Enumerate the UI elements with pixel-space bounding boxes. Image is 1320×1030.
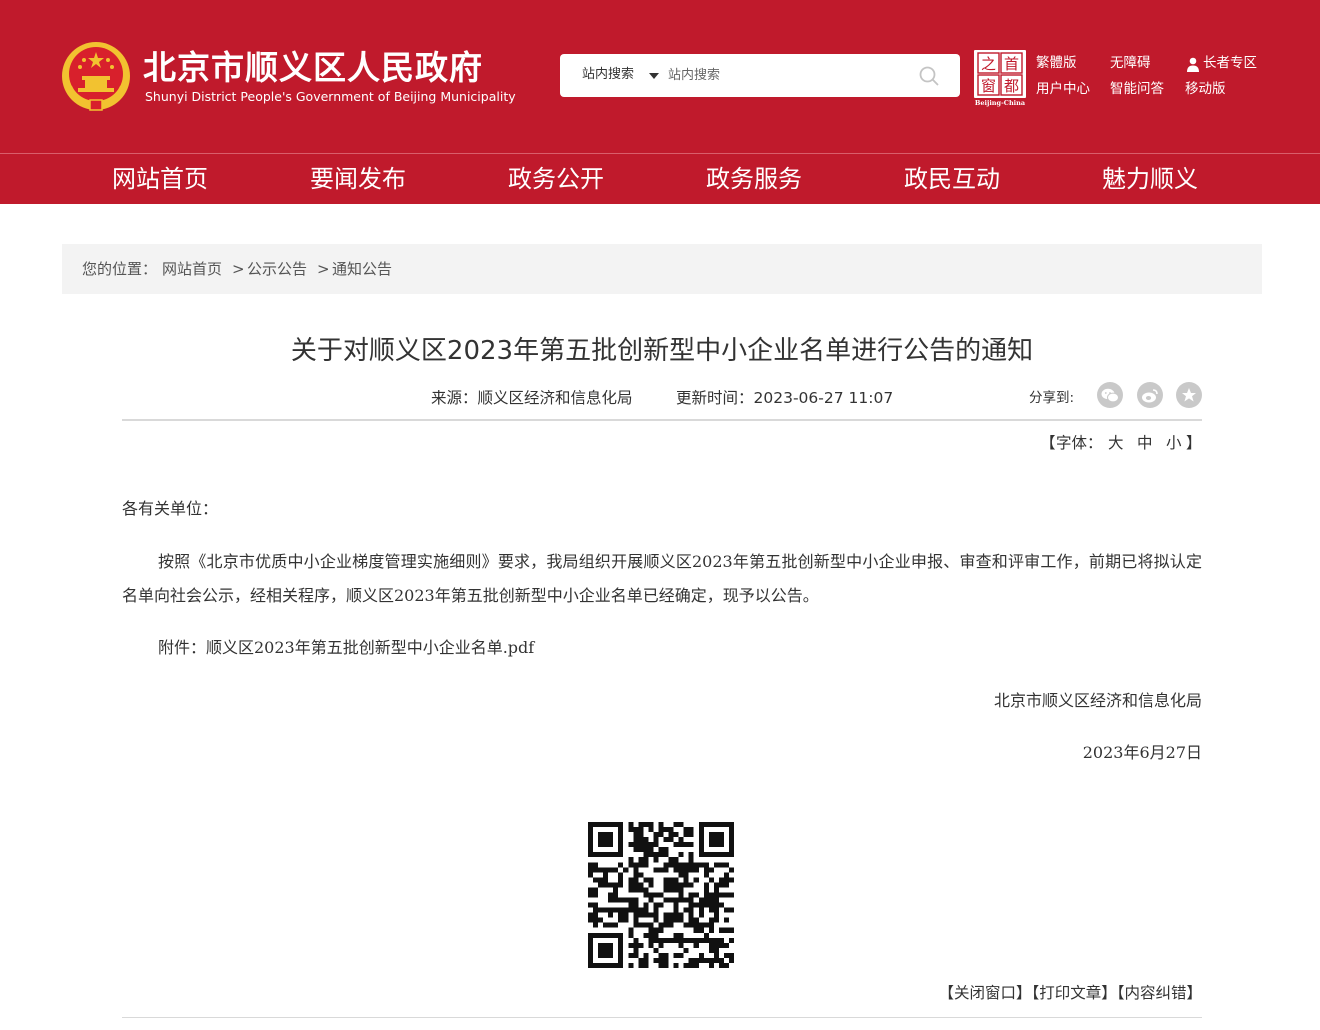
search-scope-dropdown[interactable]: 站内搜索	[582, 66, 634, 84]
search-icon[interactable]	[918, 65, 940, 87]
nav-item-charm-shunyi[interactable]: 魅力顺义	[1102, 164, 1198, 194]
weibo-icon	[1142, 388, 1158, 402]
nav-item-gov-affairs[interactable]: 政务公开	[508, 164, 604, 194]
capital-logo-char: 首	[1004, 55, 1019, 73]
favorite-share-icon[interactable]	[1176, 382, 1202, 408]
search-box: 站内搜索	[560, 54, 960, 97]
site-title: 北京市顺义区人民政府	[143, 48, 483, 87]
font-size-label: 字体：	[1056, 434, 1103, 452]
nav-item-interaction[interactable]: 政民互动	[904, 164, 1000, 194]
star-icon	[1182, 388, 1196, 402]
weibo-share-icon[interactable]	[1137, 382, 1163, 408]
smart-qa-link[interactable]: 智能问答	[1110, 80, 1164, 98]
capital-logo-char: 之	[981, 55, 996, 73]
article-date: 2023年6月27日	[1082, 743, 1202, 762]
close-window-button[interactable]: 【关闭窗口】	[938, 984, 1031, 1002]
font-size-bracket: 【	[1040, 434, 1056, 452]
national-emblem-icon	[62, 42, 130, 111]
breadcrumb-item-notices[interactable]: 通知公告	[332, 260, 392, 278]
capital-logo-char: 都	[1004, 77, 1019, 95]
breadcrumb: 您的位置： 网站首页 > 公示公告 > 通知公告	[62, 244, 1262, 294]
capital-window-logo[interactable]: 之 首 窗 都 Beijing-China	[972, 49, 1028, 107]
mobile-version-link[interactable]: 移动版	[1185, 80, 1226, 98]
person-icon	[1187, 57, 1199, 72]
article-updated-time: 更新时间：2023-06-27 11:07	[676, 389, 894, 407]
site-subtitle: Shunyi District People's Government of B…	[145, 89, 516, 104]
breadcrumb-prefix: 您的位置：	[82, 260, 158, 278]
traditional-chinese-link[interactable]: 繁體版	[1036, 54, 1077, 72]
breadcrumb-item-announcements[interactable]: 公示公告	[247, 260, 307, 278]
share-label: 分享到:	[1029, 390, 1075, 406]
elderly-zone-link[interactable]: 长者专区	[1203, 54, 1257, 72]
article-signature: 北京市顺义区经济和信息化局	[993, 691, 1202, 710]
article-source: 来源：顺义区经济和信息化局	[431, 389, 633, 407]
search-input[interactable]	[668, 64, 898, 86]
accessibility-link[interactable]: 无障碍	[1110, 54, 1151, 72]
attachment-link[interactable]: 附件：顺义区2023年第五批创新型中小企业名单.pdf	[158, 637, 534, 659]
bottom-divider	[122, 1017, 1202, 1018]
meta-divider	[122, 419, 1202, 421]
caret-down-icon[interactable]	[649, 73, 659, 79]
breadcrumb-item-home[interactable]: 网站首页	[162, 260, 222, 278]
nav-item-home[interactable]: 网站首页	[112, 164, 208, 194]
site-header: 北京市顺义区人民政府 Shunyi District People's Gove…	[0, 0, 1320, 153]
breadcrumb-separator: >	[232, 260, 245, 278]
article-actions: 【关闭窗口】【打印文章】【内容纠错】	[122, 982, 1202, 1004]
wechat-share-icon[interactable]	[1097, 382, 1123, 408]
main-nav: 网站首页 要闻发布 政务公开 政务服务 政民互动 魅力顺义	[0, 154, 1320, 204]
font-size-small-button[interactable]: 小	[1166, 433, 1182, 453]
article-paragraph: 按照《北京市优质中小企业梯度管理实施细则》要求，我局组织开展顺义区2023年第五…	[122, 552, 1202, 605]
font-size-large-button[interactable]: 大	[1108, 433, 1124, 453]
print-article-button[interactable]: 【打印文章】	[1031, 984, 1116, 1002]
nav-item-news[interactable]: 要闻发布	[310, 164, 406, 194]
user-center-link[interactable]: 用户中心	[1036, 80, 1090, 98]
font-size-bracket: 】	[1186, 434, 1202, 452]
qr-code	[588, 822, 734, 968]
report-error-button[interactable]: 【内容纠错】	[1117, 984, 1202, 1002]
article-salutation: 各有关单位：	[122, 499, 219, 518]
capital-logo-caption: Beijing-China	[975, 99, 1026, 107]
font-size-medium-button[interactable]: 中	[1137, 433, 1153, 453]
capital-logo-char: 窗	[981, 77, 996, 95]
breadcrumb-separator: >	[317, 260, 330, 278]
wechat-icon	[1101, 388, 1119, 402]
capital-window-logo-icon: 之 首 窗 都 Beijing-China	[974, 50, 1026, 107]
nav-item-gov-services[interactable]: 政务服务	[706, 164, 802, 194]
article-title: 关于对顺义区2023年第五批创新型中小企业名单进行公告的通知	[290, 336, 1034, 366]
